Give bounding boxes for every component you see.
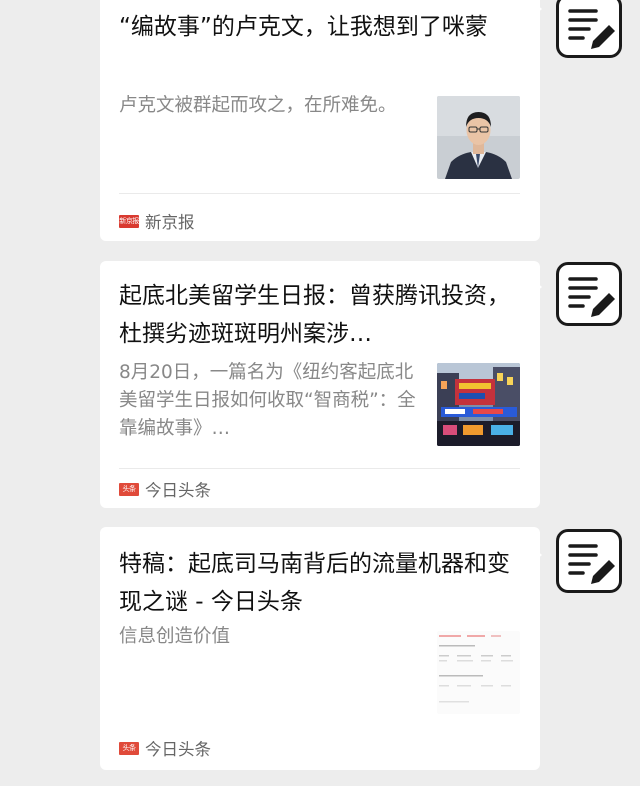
article-card[interactable]: 起底北美留学生日报：曾获腾讯投资，杜撰劣迹斑斑明州案涉… 8月20日，一篇名为《… bbox=[100, 261, 540, 508]
article-card[interactable]: “编故事”的卢克文，让我想到了咪蒙 卢克文被群起而攻之，在所难免。 新京报 新京… bbox=[100, 0, 540, 241]
article-summary: 信息创造价值 bbox=[119, 626, 231, 647]
card-divider bbox=[119, 193, 520, 194]
edit-note-button[interactable] bbox=[556, 262, 622, 326]
source-name: 今日头条 bbox=[145, 740, 211, 759]
article-title: 特稿：起底司马南背后的流量机器和变现之谜 - 今日头条 bbox=[119, 551, 510, 615]
notepad-pencil-icon bbox=[568, 277, 615, 317]
article-title: “编故事”的卢克文，让我想到了咪蒙 bbox=[119, 14, 488, 40]
article-summary: 卢克文被群起而攻之，在所难免。 bbox=[119, 95, 397, 116]
card-divider bbox=[119, 468, 520, 469]
edit-note-button[interactable] bbox=[556, 529, 622, 593]
source-row[interactable]: 头条 今日头条 bbox=[119, 479, 211, 500]
source-logo-icon: 头条 bbox=[119, 741, 139, 755]
source-name: 新京报 bbox=[145, 213, 195, 232]
article-thumbnail bbox=[437, 96, 520, 179]
notepad-pencil-icon bbox=[568, 544, 615, 584]
card-pointer bbox=[534, 548, 542, 562]
edit-note-button[interactable] bbox=[556, 0, 622, 58]
source-row[interactable]: 新京报 新京报 bbox=[119, 211, 195, 232]
article-title: 起底北美留学生日报：曾获腾讯投资，杜撰劣迹斑斑明州案涉… bbox=[119, 283, 510, 347]
article-card[interactable]: 特稿：起底司马南背后的流量机器和变现之谜 - 今日头条 信息创造价值 头条 今日… bbox=[100, 527, 540, 770]
article-thumbnail bbox=[437, 363, 520, 446]
card-pointer bbox=[534, 2, 542, 16]
source-row[interactable]: 头条 今日头条 bbox=[119, 738, 211, 759]
article-summary: 8月20日，一篇名为《纽约客起底北美留学生日报如何收取“智商税”：全靠编故事》… bbox=[119, 362, 416, 439]
source-name: 今日头条 bbox=[145, 481, 211, 500]
notepad-pencil-icon bbox=[568, 9, 615, 49]
article-thumbnail bbox=[437, 631, 520, 714]
card-pointer bbox=[534, 280, 542, 294]
source-logo-icon: 新京报 bbox=[119, 214, 139, 228]
source-logo-icon: 头条 bbox=[119, 482, 139, 496]
